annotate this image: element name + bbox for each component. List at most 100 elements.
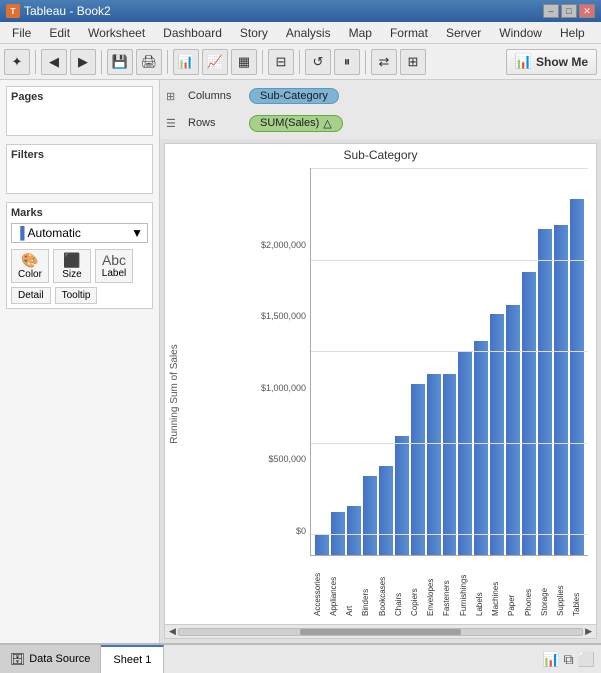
bar-13[interactable] — [522, 272, 536, 555]
maximize-button[interactable]: □ — [561, 4, 577, 18]
fit-btn[interactable]: ⊞ — [400, 49, 426, 75]
bar-wrapper-0[interactable] — [315, 176, 329, 555]
bar-wrapper-4[interactable] — [379, 176, 393, 555]
bar-9[interactable] — [458, 351, 472, 555]
bar-wrapper-11[interactable] — [490, 176, 504, 555]
bar-wrapper-3[interactable] — [363, 176, 377, 555]
scroll-left-icon[interactable]: ◀ — [167, 626, 178, 637]
menu-worksheet[interactable]: Worksheet — [80, 24, 153, 42]
bar-12[interactable] — [506, 305, 520, 555]
bar-wrapper-15[interactable] — [554, 176, 568, 555]
columns-icon: ⊞ — [166, 90, 182, 103]
add-sheet-icon[interactable]: ⬜ — [578, 651, 595, 668]
bar-wrapper-1[interactable] — [331, 176, 345, 555]
pause-btn[interactable]: ⏸ — [334, 49, 360, 75]
bar-4[interactable] — [379, 466, 393, 555]
menu-story[interactable]: Story — [232, 24, 276, 42]
bar-5[interactable] — [395, 436, 409, 555]
bar-wrapper-13[interactable] — [522, 176, 536, 555]
bar-3[interactable] — [363, 476, 377, 555]
detail-button[interactable]: Detail — [11, 287, 51, 304]
sheet-tab[interactable]: Sheet 1 — [101, 645, 164, 673]
rows-pill[interactable]: SUM(Sales) △ — [249, 115, 343, 132]
chart-area: Running Sum of Sales $0 $500,000 $1,000,… — [165, 164, 596, 624]
menu-dashboard[interactable]: Dashboard — [155, 24, 230, 42]
y-label-2m: $2,000,000 — [261, 240, 306, 250]
bar-15[interactable] — [554, 225, 568, 555]
bar-2[interactable] — [347, 506, 361, 555]
x-label-11: Machines — [491, 556, 500, 616]
menu-edit[interactable]: Edit — [41, 24, 78, 42]
rows-delta-icon: △ — [323, 117, 331, 130]
new-sheet-icon[interactable]: 📊 — [542, 651, 559, 668]
chart-area-btn[interactable]: ▦ — [231, 49, 257, 75]
filter-btn[interactable]: ⊟ — [268, 49, 294, 75]
new-button[interactable]: ✦ — [4, 49, 30, 75]
bar-16[interactable] — [570, 199, 584, 555]
bar-wrapper-10[interactable] — [474, 176, 488, 555]
save-button[interactable]: 💾 — [107, 49, 133, 75]
show-me-label: Show Me — [536, 55, 588, 69]
x-label-wrapper-7: Envelopes — [424, 556, 438, 616]
datasource-tab[interactable]: 🗄 Data Source — [0, 645, 101, 673]
bar-0[interactable] — [315, 535, 329, 555]
menu-window[interactable]: Window — [491, 24, 550, 42]
swap-btn[interactable]: ⇄ — [371, 49, 397, 75]
chart-bar-btn[interactable]: 📈 — [202, 49, 228, 75]
title-bar-controls[interactable]: – □ ✕ — [543, 4, 595, 18]
bar-7[interactable] — [427, 374, 441, 555]
columns-pill[interactable]: Sub-Category — [249, 88, 339, 104]
menu-help[interactable]: Help — [552, 24, 593, 42]
bar-wrapper-8[interactable] — [443, 176, 457, 555]
toolbar-sep-1 — [35, 50, 36, 74]
pages-label: Pages — [11, 91, 148, 103]
bar-10[interactable] — [474, 341, 488, 555]
bar-wrapper-14[interactable] — [538, 176, 552, 555]
menu-map[interactable]: Map — [341, 24, 380, 42]
x-label-wrapper-9: Furnishings — [456, 556, 470, 616]
bar-1[interactable] — [331, 512, 345, 555]
bar-6[interactable] — [411, 384, 425, 555]
label-button[interactable]: Abc Label — [95, 249, 133, 283]
minimize-button[interactable]: – — [543, 4, 559, 18]
show-me-button[interactable]: 📊 Show Me — [506, 49, 597, 75]
refresh-btn[interactable]: ↺ — [305, 49, 331, 75]
color-button[interactable]: 🎨 Color — [11, 249, 49, 283]
pages-section: Pages — [6, 86, 153, 136]
menu-server[interactable]: Server — [438, 24, 489, 42]
bar-wrapper-16[interactable] — [570, 176, 584, 555]
window-title: Tableau - Book2 — [24, 4, 111, 18]
bar-wrapper-9[interactable] — [458, 176, 472, 555]
duplicate-sheet-icon[interactable]: ⧉ — [564, 651, 574, 668]
label-label: Label — [102, 268, 126, 279]
x-label-wrapper-16: Tables — [570, 556, 584, 616]
bar-wrapper-7[interactable] — [427, 176, 441, 555]
menu-file[interactable]: File — [4, 24, 39, 42]
menu-analysis[interactable]: Analysis — [278, 24, 339, 42]
bar-11[interactable] — [490, 314, 504, 555]
menu-format[interactable]: Format — [382, 24, 436, 42]
x-label-wrapper-6: Copiers — [407, 556, 421, 616]
close-button[interactable]: ✕ — [579, 4, 595, 18]
menu-bar: File Edit Worksheet Dashboard Story Anal… — [0, 22, 601, 44]
y-axis-label: Running Sum of Sales — [169, 344, 180, 444]
bar-wrapper-6[interactable] — [411, 176, 425, 555]
shelf-area: ⊞ Columns Sub-Category ☰ Rows SUM(Sales)… — [160, 80, 601, 139]
bar-wrapper-5[interactable] — [395, 176, 409, 555]
print-button[interactable]: 🖨 — [136, 49, 162, 75]
bar-14[interactable] — [538, 229, 552, 555]
scroll-right-icon[interactable]: ▶ — [583, 626, 594, 637]
scrollbar-track[interactable] — [178, 628, 583, 636]
size-button[interactable]: ⬛ Size — [53, 249, 91, 283]
forward-button[interactable]: ▶ — [70, 49, 96, 75]
marks-type-dropdown[interactable]: ▐ Automatic ▼ — [11, 223, 148, 243]
scrollbar-thumb[interactable] — [300, 629, 461, 635]
x-label-0: Accessories — [313, 556, 322, 616]
bar-wrapper-12[interactable] — [506, 176, 520, 555]
toolbar-sep-3 — [167, 50, 168, 74]
bar-8[interactable] — [443, 374, 457, 555]
tooltip-button[interactable]: Tooltip — [55, 287, 98, 304]
back-button[interactable]: ◀ — [41, 49, 67, 75]
chart-type-btn[interactable]: 📊 — [173, 49, 199, 75]
bar-wrapper-2[interactable] — [347, 176, 361, 555]
